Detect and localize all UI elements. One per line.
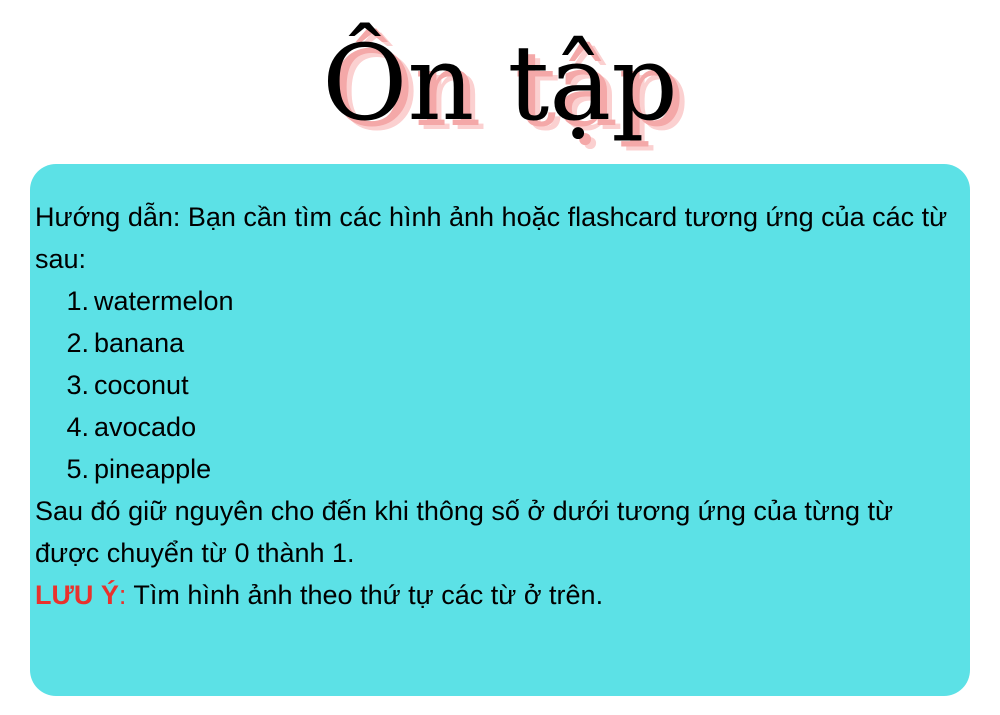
list-item-number: 4. (66, 412, 89, 442)
list-item: 4. avocado (66, 406, 964, 448)
note-text: Tìm hình ảnh theo thứ tự các từ ở trên. (126, 580, 604, 610)
list-item-word: avocado (94, 412, 197, 442)
list-item: 1. watermelon (66, 280, 964, 322)
note-label: LƯU Ý (35, 580, 119, 610)
list-item-number: 1. (66, 286, 89, 316)
list-item-number: 3. (66, 370, 89, 400)
page: Ôn tập Hướng dẫn: Bạn cần tìm các hình ả… (0, 0, 1000, 715)
instructions-panel: Hướng dẫn: Bạn cần tìm các hình ảnh hoặc… (30, 164, 970, 696)
list-item: 3. coconut (66, 364, 964, 406)
list-item: 2. banana (66, 322, 964, 364)
word-list: 1. watermelon 2. banana 3. coconut 4. avocad… (35, 280, 964, 490)
list-item-word: coconut (94, 370, 189, 400)
instructions-after: Sau đó giữ nguyên cho đến khi thông số ở… (35, 496, 894, 568)
list-item-word: banana (94, 328, 185, 358)
instructions-intro: Hướng dẫn: Bạn cần tìm các hình ảnh hoặc… (35, 202, 948, 274)
list-item: 5. pineapple (66, 448, 964, 490)
note: LƯU Ý: Tìm hình ảnh theo thứ tự các từ ở… (35, 574, 964, 616)
list-item-word: pineapple (94, 454, 212, 484)
list-item-word: watermelon (94, 286, 234, 316)
page-title: Ôn tập (322, 22, 678, 144)
list-item-number: 5. (66, 454, 89, 484)
list-item-number: 2. (66, 328, 89, 358)
